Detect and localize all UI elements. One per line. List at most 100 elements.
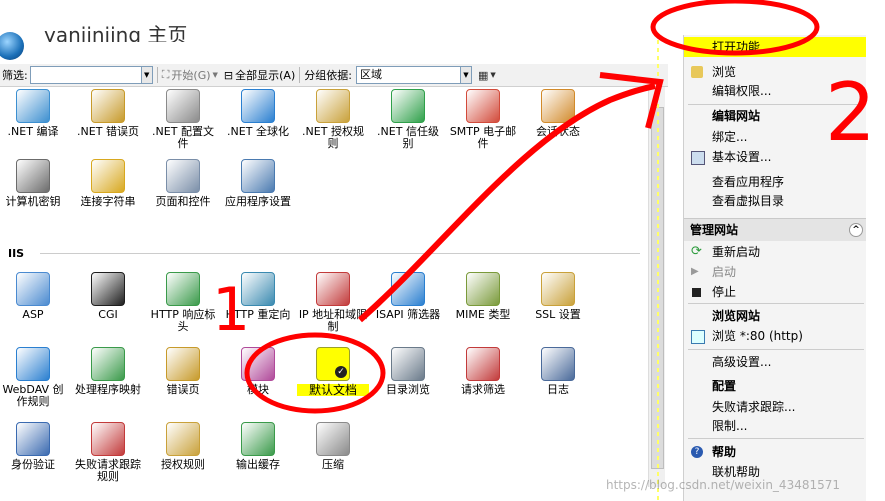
start-filter-button[interactable]: ⛶ 开始(G) ▼	[162, 67, 218, 83]
cgi-icon	[91, 272, 125, 306]
feature-package[interactable]: .NET 编译	[0, 89, 69, 138]
group-by-select[interactable]: 区域	[355, 66, 461, 84]
feature-error-page[interactable]: 错误页	[147, 347, 219, 396]
actions-panel: 打开功能 浏览 编辑权限... 编辑网站 绑定... 基本设置... 查看应用程…	[683, 35, 866, 501]
feature-globe[interactable]: .NET 全球化	[222, 89, 294, 138]
browse-link[interactable]: 浏览	[684, 62, 866, 82]
feature-compression[interactable]: 压缩	[297, 422, 369, 471]
restart-label: 重新启动	[712, 245, 761, 259]
feature-label: 请求筛选	[461, 383, 505, 396]
feature-log[interactable]: 日志	[522, 347, 594, 396]
log-icon	[541, 347, 575, 381]
view-apps-link[interactable]: 查看应用程序	[684, 172, 866, 192]
failed-request-icon	[91, 422, 125, 456]
watermark: https://blog.csdn.net/weixin_43481571	[606, 478, 841, 492]
filter-dropdown-button[interactable]: ▼	[141, 66, 153, 84]
feature-label: ASP	[22, 308, 44, 321]
feature-ip-restrict[interactable]: IP 地址和域限制	[297, 272, 369, 333]
feature-label: 连接字符串	[80, 195, 136, 208]
feature-pages-controls[interactable]: 页面和控件	[147, 159, 219, 208]
browse-80-link[interactable]: 浏览 *:80 (http)	[684, 326, 866, 346]
directory-browse-icon	[391, 347, 425, 381]
limits-link[interactable]: 限制...	[684, 416, 866, 436]
feature-label: 授权规则	[161, 458, 205, 471]
isapi-icon	[391, 272, 425, 306]
group-by-dropdown-button[interactable]: ▼	[460, 66, 472, 84]
feature-handler-mapping[interactable]: 处理程序映射	[72, 347, 144, 396]
feature-http-redirect[interactable]: HTTP 重定向	[222, 272, 294, 321]
feature-session[interactable]: 会话状态	[522, 89, 594, 138]
feature-mime[interactable]: MIME 类型	[447, 272, 519, 321]
trust-level-icon	[391, 89, 425, 123]
filter-input[interactable]	[29, 66, 142, 84]
feature-connection-string[interactable]: 连接字符串	[72, 159, 144, 208]
show-all-button[interactable]: ⊟ 全部显示(A)	[224, 67, 295, 83]
authorization-icon	[166, 422, 200, 456]
chevron-down-icon: ▼	[490, 71, 496, 79]
feature-label: HTTP 重定向	[225, 308, 291, 321]
default-document-icon: ✓	[316, 347, 350, 381]
advanced-settings-link[interactable]: 高级设置...	[684, 352, 866, 372]
feature-app-settings[interactable]: 应用程序设置	[222, 159, 294, 208]
email-icon	[466, 89, 500, 123]
feature-http-headers[interactable]: HTTP 响应标头	[147, 272, 219, 333]
output-cache-icon	[241, 422, 275, 456]
browse-80-label: 浏览 *:80 (http)	[712, 329, 803, 343]
error-page-icon	[166, 347, 200, 381]
features-scrollbar[interactable]	[648, 87, 665, 487]
browser-icon	[691, 330, 705, 344]
feature-modules[interactable]: 模块	[222, 347, 294, 396]
feature-webdav[interactable]: WebDAV 创作规则	[0, 347, 69, 408]
feature-label: 输出缓存	[236, 458, 280, 471]
manage-site-label: 管理网站	[690, 223, 739, 237]
edit-permissions-label: 编辑权限...	[712, 84, 772, 98]
feature-failed-request[interactable]: 失败请求跟踪规则	[72, 422, 144, 483]
feature-directory-browse[interactable]: 目录浏览	[372, 347, 444, 396]
feature-label: MIME 类型	[455, 308, 511, 321]
feature-output-cache[interactable]: 输出缓存	[222, 422, 294, 471]
feature-default-document[interactable]: ✓ 默认文档	[297, 347, 369, 396]
feature-config-file[interactable]: .NET 配置文件	[147, 89, 219, 150]
feature-isapi[interactable]: ISAPI 筛选器	[372, 272, 444, 321]
feature-label: .NET 授权规则	[302, 125, 364, 150]
feature-label: 页面和控件	[155, 195, 211, 208]
feature-label: 应用程序设置	[225, 195, 291, 208]
restart-link[interactable]: ⟳ 重新启动	[684, 242, 866, 262]
basic-settings-link[interactable]: 基本设置...	[684, 147, 866, 167]
scrollbar-thumb[interactable]	[651, 107, 664, 469]
feature-asp[interactable]: ASP	[0, 272, 69, 321]
feature-label: ISAPI 筛选器	[375, 308, 441, 321]
package-icon	[16, 89, 50, 123]
folder-icon	[691, 66, 703, 78]
feature-authorization[interactable]: 授权规则	[147, 422, 219, 471]
help-link[interactable]: ? 帮助	[684, 442, 866, 462]
feature-error-404[interactable]: .NET 错误页	[72, 89, 144, 138]
view-toggle-button[interactable]: ▦ ▼	[478, 69, 496, 82]
feature-email[interactable]: SMTP 电子邮件	[447, 89, 519, 150]
globe-icon	[241, 89, 275, 123]
feature-auth-rules[interactable]: .NET 授权规则	[297, 89, 369, 150]
feature-label: .NET 错误页	[77, 125, 139, 138]
feature-label: 日志	[547, 383, 569, 396]
stop-link[interactable]: 停止	[684, 282, 866, 302]
chevron-down-icon: ▼	[212, 71, 218, 79]
feature-cgi[interactable]: CGI	[72, 272, 144, 321]
bindings-link[interactable]: 绑定...	[684, 127, 866, 147]
failed-request-tracing-label: 失败请求跟踪...	[712, 400, 796, 414]
panel-divider	[688, 303, 864, 304]
start-link[interactable]: ▶ 启动	[684, 262, 866, 282]
failed-request-tracing-link[interactable]: 失败请求跟踪...	[684, 397, 866, 417]
feature-trust-level[interactable]: .NET 信任级别	[372, 89, 444, 150]
stop-label: 停止	[712, 285, 737, 299]
config-header: 配置	[684, 376, 866, 396]
pages-controls-icon	[166, 159, 200, 193]
open-feature-link[interactable]: 打开功能	[684, 37, 866, 57]
config-file-icon	[166, 89, 200, 123]
edit-permissions-link[interactable]: 编辑权限...	[684, 81, 866, 101]
collapse-icon[interactable]: ^	[849, 223, 863, 237]
feature-request-filter[interactable]: 请求筛选	[447, 347, 519, 396]
feature-authentication[interactable]: 身份验证	[0, 422, 69, 471]
feature-machine-key[interactable]: 计算机密钥	[0, 159, 69, 208]
feature-lock[interactable]: SSL 设置	[522, 272, 594, 321]
view-vdirs-link[interactable]: 查看虚拟目录	[684, 191, 866, 211]
